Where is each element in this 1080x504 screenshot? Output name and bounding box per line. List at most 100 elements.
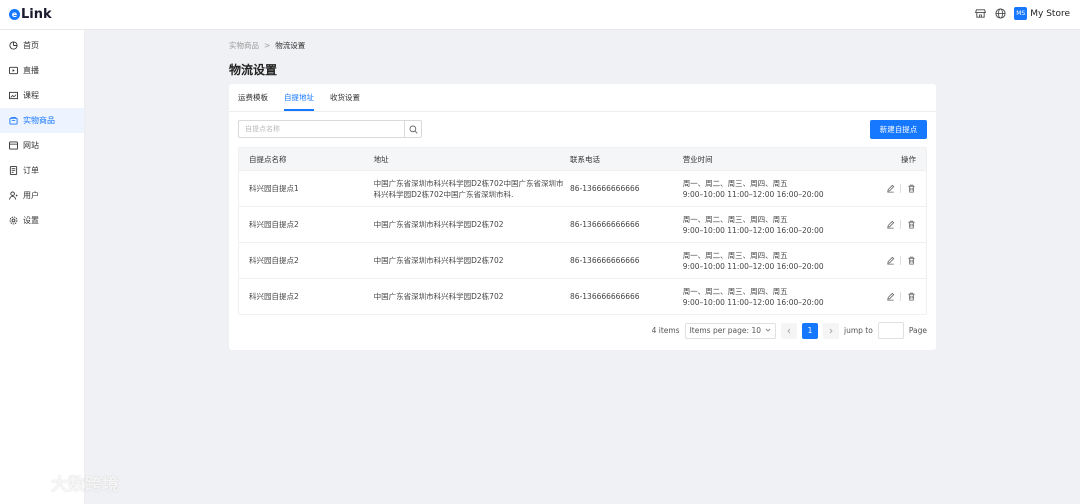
table-row: 科兴园自提点2 中国广东省深圳市科兴科学园D2栋702 86-136666666… <box>239 278 926 314</box>
cell-phone: 86-136666666666 <box>570 292 640 301</box>
cell-name: 科兴园自提点1 <box>249 184 299 193</box>
column-header-phone: 联系电话 <box>570 154 601 164</box>
cell-hours-times: 9:00–10:00 11:00–12:00 16:00–20:00 <box>682 189 824 199</box>
column-header-name: 自提点名称 <box>249 154 287 164</box>
cell-ops <box>857 256 926 266</box>
watermark: 大数跨境 <box>8 470 119 495</box>
table-row: 科兴园自提点2 中国广东省深圳市科兴科学园D2栋702 86-136666666… <box>239 242 926 278</box>
user-icon <box>8 191 18 201</box>
cell-hours: 周一、周二、周三、周四、周五 9:00–10:00 11:00–12:00 16… <box>683 178 857 200</box>
table-row: 科兴园自提点1 中国广东省深圳市科兴科学园D2栋702中国广东省深圳市科兴科学园… <box>239 170 926 206</box>
cell-name: 科兴园自提点2 <box>249 220 299 229</box>
page-size-label: Items per page: 10 <box>689 326 761 335</box>
cell-hours: 周一、周二、周三、周四、周五 9:00–10:00 11:00–12:00 16… <box>683 250 857 272</box>
cell-hours-times: 9:00–10:00 11:00–12:00 16:00–20:00 <box>682 225 824 235</box>
cell-name: 科兴园自提点2 <box>249 292 299 301</box>
storefront-icon[interactable] <box>974 8 986 20</box>
watermark-text: 大数跨境 <box>51 475 119 495</box>
settings-icon <box>8 216 18 226</box>
edit-icon[interactable] <box>885 256 895 266</box>
edit-icon[interactable] <box>885 184 895 194</box>
column-header-hours: 营业时间 <box>682 154 713 164</box>
prev-page-button[interactable] <box>781 322 797 339</box>
cell-address: 中国广东省深圳市科兴科学园D2栋702 <box>373 292 504 301</box>
pagination: 4 items Items per page: 10 1 jump to Pag… <box>652 322 927 339</box>
page-button-current[interactable]: 1 <box>802 322 818 339</box>
chevron-down-icon <box>765 326 771 335</box>
jump-page-input[interactable] <box>877 322 904 339</box>
new-pickup-button[interactable]: 新建自提点 <box>870 120 927 139</box>
store-switcher[interactable]: MS My Store <box>1014 7 1070 20</box>
table-row: 科兴园自提点2 中国广东省深圳市科兴科学园D2栋702 86-136666666… <box>239 206 926 242</box>
tab-pickup-address[interactable]: 自提地址 <box>284 84 322 111</box>
delete-icon[interactable] <box>906 220 916 230</box>
page-size-select[interactable]: Items per page: 10 <box>684 322 776 339</box>
cell-hours-times: 9:00–10:00 11:00–12:00 16:00–20:00 <box>682 261 824 271</box>
sidebar-item-label: 设置 <box>23 216 39 225</box>
ops-divider <box>900 292 901 301</box>
sidebar-item-products[interactable]: 实物商品 <box>0 108 84 133</box>
tab-receipt-settings[interactable]: 收货设置 <box>330 84 368 111</box>
cell-hours-times: 9:00–10:00 11:00–12:00 16:00–20:00 <box>682 297 824 307</box>
breadcrumb: 实物商品 > 物流设置 <box>229 40 305 51</box>
ops-divider <box>900 256 901 265</box>
sidebar-item-home[interactable]: 首页 <box>0 33 84 58</box>
sidebar-item-users[interactable]: 用户 <box>0 183 84 208</box>
course-icon <box>8 91 18 101</box>
cell-hours-days: 周一、周二、周三、周四、周五 <box>682 178 788 188</box>
live-icon <box>8 66 18 76</box>
delete-icon[interactable] <box>906 256 916 266</box>
globe-icon[interactable] <box>994 8 1006 20</box>
app-logo[interactable]: e Link <box>9 7 52 22</box>
breadcrumb-current: 物流设置 <box>275 41 306 50</box>
cell-ops <box>857 292 926 302</box>
tab-divider <box>229 111 936 112</box>
cell-hours-days: 周一、周二、周三、周四、周五 <box>682 250 788 260</box>
cell-address: 中国广东省深圳市科兴科学园D2栋702 <box>373 220 504 229</box>
cell-hours: 周一、周二、周三、周四、周五 9:00–10:00 11:00–12:00 16… <box>683 214 857 236</box>
jump-label: jump to <box>844 326 873 335</box>
sidebar-item-label: 课程 <box>23 91 39 100</box>
tab-bar: 运费模板 自提地址 收货设置 <box>238 84 376 111</box>
top-bar: e Link MS My Store <box>0 0 1080 30</box>
sidebar-item-website[interactable]: 网站 <box>0 133 84 158</box>
order-icon <box>8 166 18 176</box>
logo-mark: e <box>9 9 20 20</box>
next-page-button[interactable] <box>823 322 839 339</box>
edit-icon[interactable] <box>885 220 895 230</box>
watermark-logo-icon <box>9 474 47 491</box>
sidebar-item-label: 首页 <box>23 41 39 50</box>
column-header-address: 地址 <box>373 154 389 164</box>
search-icon[interactable] <box>404 121 421 137</box>
cell-name: 科兴园自提点2 <box>249 256 299 265</box>
logo-text: Link <box>21 7 52 22</box>
page-label: Page <box>908 326 927 335</box>
sidebar-item-label: 网站 <box>23 141 39 150</box>
product-icon <box>8 116 18 126</box>
sidebar-item-label: 直播 <box>23 66 39 75</box>
search-box <box>238 120 422 138</box>
sidebar-item-course[interactable]: 课程 <box>0 83 84 108</box>
sidebar-item-settings[interactable]: 设置 <box>0 208 84 233</box>
cell-ops <box>857 220 926 230</box>
website-icon <box>8 141 18 151</box>
ops-divider <box>900 220 901 229</box>
cell-address: 中国广东省深圳市科兴科学园D2栋702 <box>373 256 504 265</box>
search-input[interactable] <box>239 121 404 137</box>
total-items: 4 items <box>651 326 680 335</box>
cell-ops <box>857 184 926 194</box>
delete-icon[interactable] <box>906 292 916 302</box>
sidebar-item-orders[interactable]: 订单 <box>0 158 84 183</box>
store-name: My Store <box>1030 8 1070 19</box>
sidebar-item-live[interactable]: 直播 <box>0 58 84 83</box>
cell-phone: 86-136666666666 <box>570 184 640 193</box>
sidebar-item-label: 用户 <box>23 191 39 200</box>
page-title: 物流设置 <box>229 63 278 77</box>
column-header-ops: 操作 <box>901 154 916 164</box>
edit-icon[interactable] <box>885 292 895 302</box>
sidebar-item-label: 实物商品 <box>23 116 55 125</box>
cell-address: 中国广东省深圳市科兴科学园D2栋702中国广东省深圳市科兴科学园D2栋702中国… <box>373 178 564 199</box>
delete-icon[interactable] <box>906 184 916 194</box>
tab-shipping-template[interactable]: 运费模板 <box>238 84 276 111</box>
breadcrumb-parent[interactable]: 实物商品 <box>229 40 259 51</box>
